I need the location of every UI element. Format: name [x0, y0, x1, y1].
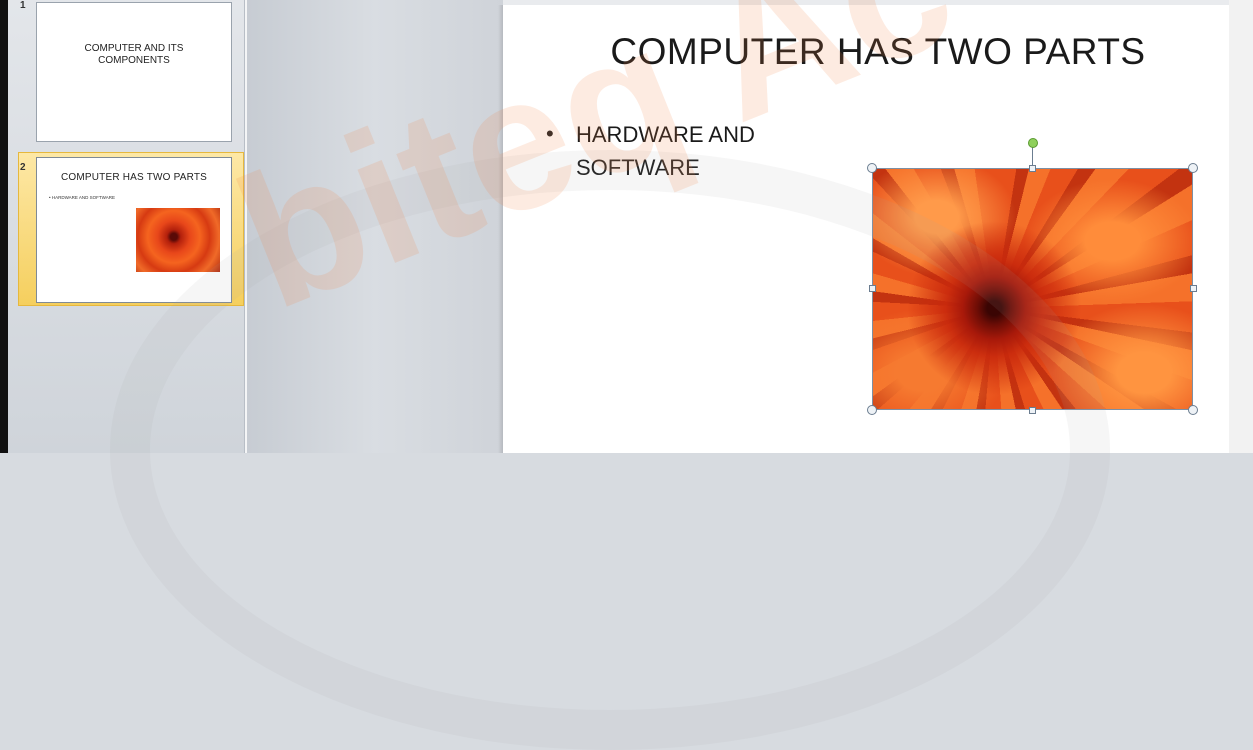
slide-title[interactable]: COMPUTER HAS TWO PARTS: [578, 31, 1178, 73]
resize-handle-bottom[interactable]: [1029, 407, 1036, 414]
slide-canvas[interactable]: COMPUTER HAS TWO PARTS • HARDWARE AND SO…: [503, 5, 1229, 453]
window-frame-right: [1229, 0, 1253, 453]
rotate-handle[interactable]: [1028, 138, 1038, 148]
resize-handle-left[interactable]: [869, 285, 876, 292]
resize-handle-bottom-right[interactable]: [1188, 405, 1198, 415]
resize-handle-bottom-left[interactable]: [867, 405, 877, 415]
resize-handle-top-right[interactable]: [1188, 163, 1198, 173]
window-frame-left: [0, 0, 8, 453]
flower-picture[interactable]: [872, 168, 1193, 410]
resize-handle-right[interactable]: [1190, 285, 1197, 292]
thumbnail-flower-image: [136, 208, 220, 272]
editor-workspace-background: [247, 0, 503, 453]
resize-handle-top-left[interactable]: [867, 163, 877, 173]
slide-thumbnail-1[interactable]: COMPUTER AND ITS COMPONENTS: [36, 2, 232, 142]
slide-thumbnails-pane[interactable]: 1 COMPUTER AND ITS COMPONENTS 2 COMPUTER…: [8, 0, 244, 453]
thumbnail-title-1: COMPUTER AND ITS COMPONENTS: [84, 43, 184, 66]
slide-thumbnail-2[interactable]: COMPUTER HAS TWO PARTS • HARDWARE AND SO…: [36, 157, 232, 303]
thumbnail-bullet-2: • HARDWARE AND SOFTWARE: [49, 195, 115, 200]
slide-bullet-text[interactable]: HARDWARE AND SOFTWARE: [576, 118, 836, 184]
thumbnail-number-2: 2: [20, 162, 26, 173]
thumbnail-title-2: COMPUTER HAS TWO PARTS: [60, 172, 208, 183]
thumbnail-number-1: 1: [20, 0, 26, 11]
bullet-marker: •: [546, 121, 554, 146]
resize-handle-top[interactable]: [1029, 165, 1036, 172]
